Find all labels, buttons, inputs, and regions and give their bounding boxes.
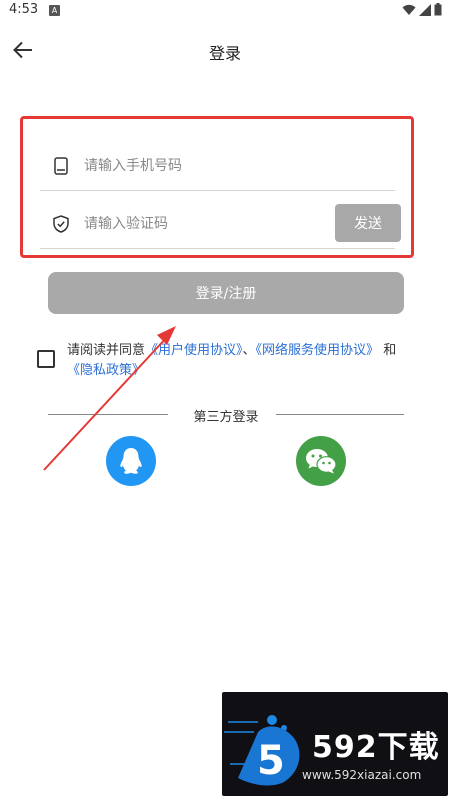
agreement-text: 请阅读并同意《用户使用协议》、《网络服务使用协议》 和 《隐私政策》 xyxy=(67,341,407,381)
status-icons xyxy=(402,3,442,16)
code-field-row: 发送 xyxy=(40,199,401,249)
agreement-checkbox[interactable] xyxy=(37,350,55,368)
agreement-and: 和 xyxy=(379,343,397,358)
qq-login-button[interactable] xyxy=(106,436,156,486)
phone-field-row xyxy=(40,141,395,191)
network-agreement-link[interactable]: 《网络服务使用协议》 xyxy=(256,343,380,358)
status-bar: 4:53 A xyxy=(0,0,450,22)
watermark-digit: 5 xyxy=(257,738,285,784)
agreement-prefix: 请阅读并同意 xyxy=(67,343,146,358)
third-party-label: 第三方登录 xyxy=(193,410,259,425)
wechat-icon xyxy=(306,449,337,474)
watermark-brand: 592下载 xyxy=(312,730,440,765)
phone-icon xyxy=(52,157,70,175)
page-title: 登录 xyxy=(208,44,241,63)
wechat-login-button[interactable] xyxy=(296,436,346,486)
user-agreement-link[interactable]: 《用户使用协议》 xyxy=(145,343,243,358)
status-time: 4:53 xyxy=(9,2,39,17)
agreement-separator: 、 xyxy=(242,343,256,358)
notification-a-icon: A xyxy=(49,5,60,16)
header: 登录 xyxy=(0,28,450,72)
qq-penguin-icon xyxy=(120,448,142,474)
phone-input[interactable] xyxy=(84,153,314,179)
send-code-button[interactable]: 发送 xyxy=(335,204,401,242)
login-form-highlight: 发送 xyxy=(20,116,414,258)
watermark-url: www.592xiazai.com xyxy=(302,768,422,782)
wifi-icon xyxy=(402,4,416,15)
battery-icon xyxy=(434,3,442,16)
login-register-button[interactable]: 登录/注册 xyxy=(48,272,404,314)
watermark-logo: 5 xyxy=(224,715,300,786)
third-party-divider: 第三方登录 xyxy=(48,404,404,426)
signal-icon xyxy=(419,3,431,16)
verification-code-input[interactable] xyxy=(84,211,314,237)
privacy-policy-link[interactable]: 《隐私政策》 xyxy=(67,363,145,378)
site-watermark: 5 592下载 www.592xiazai.com xyxy=(222,692,448,796)
shield-check-icon xyxy=(52,215,70,233)
divider-line-right xyxy=(276,414,404,415)
